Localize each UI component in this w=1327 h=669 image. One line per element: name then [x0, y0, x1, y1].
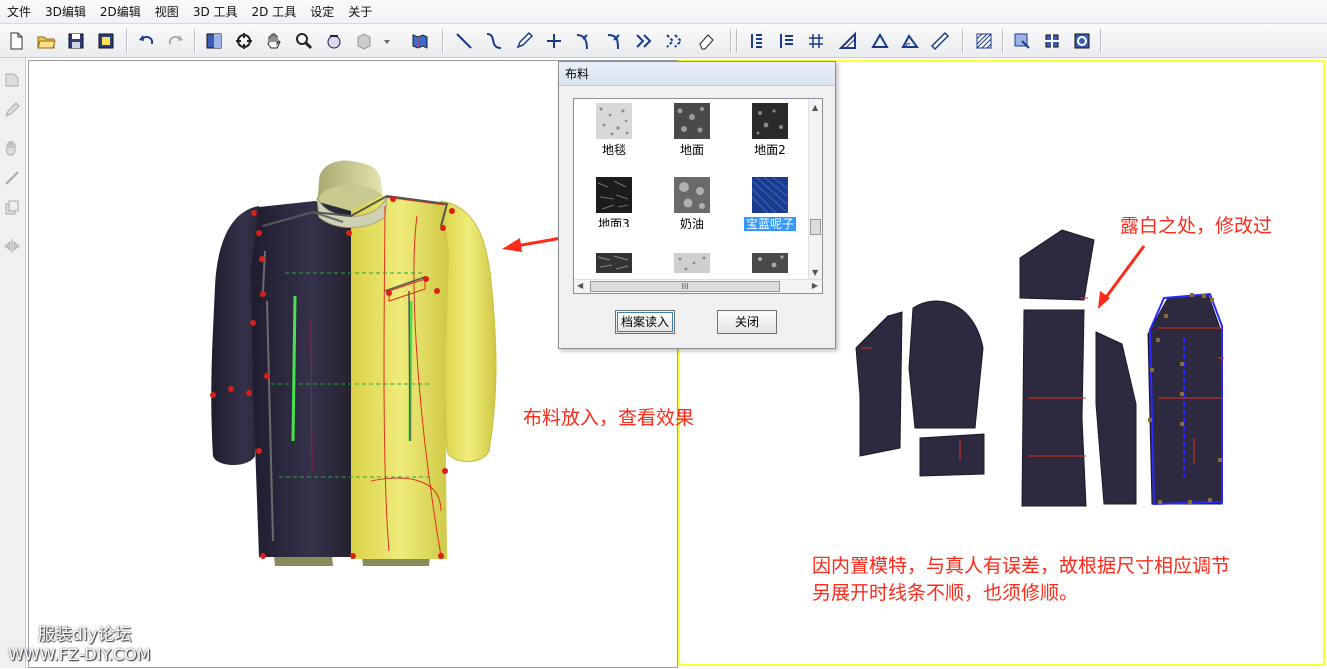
pen-tool-icon[interactable] [512, 29, 536, 53]
texture-icon[interactable] [352, 29, 376, 53]
scroll-down-arrow-icon[interactable]: ▼ [812, 268, 818, 277]
scroll-thumb[interactable] [810, 219, 821, 235]
left-tool-strip [0, 58, 26, 668]
render-icon[interactable] [322, 29, 346, 53]
bezier-tool-icon[interactable] [572, 29, 596, 53]
measure-list-icon[interactable] [774, 29, 798, 53]
swatch-label: 地毯 [601, 143, 626, 157]
toolbar-separator [736, 29, 738, 53]
swatch-partial[interactable] [674, 253, 710, 273]
symmetry-icon[interactable] [2, 236, 22, 256]
save-icon[interactable] [64, 29, 88, 53]
hatch-icon[interactable] [972, 29, 996, 53]
menu-view[interactable]: 视图 [148, 0, 186, 24]
rotate-view-icon[interactable] [232, 29, 256, 53]
pattern-piece-front [1021, 309, 1087, 507]
swatch-royal-blue-wool[interactable] [752, 177, 788, 213]
toolbar-separator [1002, 29, 1004, 53]
ruler-icon[interactable] [928, 29, 952, 53]
swatch-partial[interactable] [752, 253, 788, 273]
pencil-icon[interactable] [2, 100, 22, 120]
pattern-piece-side [1095, 331, 1137, 505]
line-icon[interactable] [2, 168, 22, 188]
zoom-icon[interactable] [292, 29, 316, 53]
menu-2d-tools[interactable]: 2D 工具 [245, 0, 304, 24]
exposed-area-note: 露白之处，修改过 [1120, 215, 1273, 237]
close-button[interactable]: 关闭 [717, 310, 777, 334]
zoom-fit-icon[interactable] [1040, 29, 1064, 53]
open-folder-icon[interactable] [34, 29, 58, 53]
menu-file[interactable]: 文件 [0, 0, 38, 24]
select-piece-icon[interactable] [2, 70, 22, 90]
scroll-thumb[interactable]: III [590, 281, 780, 292]
angle-measure-icon[interactable] [898, 29, 922, 53]
menu-3d-edit[interactable]: 3D编辑 [38, 0, 93, 24]
arc-tool-icon[interactable] [602, 29, 626, 53]
refresh-icon[interactable] [1070, 29, 1094, 53]
point-tool-icon[interactable] [542, 29, 566, 53]
view-panel-icon[interactable] [202, 29, 226, 53]
swatch-carpet[interactable] [596, 103, 632, 139]
save-as-icon[interactable] [94, 29, 118, 53]
swatch-ground-3[interactable] [596, 177, 632, 213]
swatch-label-selected: 宝蓝呢子 [743, 217, 796, 231]
menu-2d-edit[interactable]: 2D编辑 [93, 0, 148, 24]
pattern-piece-collar [1019, 229, 1095, 301]
dart-tool-icon[interactable] [632, 29, 656, 53]
menu-settings[interactable]: 设定 [303, 0, 341, 24]
hand-icon[interactable] [2, 138, 22, 158]
line-tool-icon[interactable] [452, 29, 476, 53]
toolbar-separator [962, 29, 964, 53]
toolbar-separator [194, 29, 196, 53]
watermark-forum-name: 服装diy论坛 [38, 625, 132, 645]
pleat-tool-icon[interactable] [662, 29, 686, 53]
toolbar-separator [126, 29, 128, 53]
fabric-note: 布料放入，查看效果 [523, 407, 695, 429]
copy-icon[interactable] [2, 198, 22, 218]
fabric-swatch-list[interactable]: 地毯 地面 地面2 地面3 奶油 宝蓝呢子 ▲ ▼ ◀ III ▶ [573, 98, 823, 294]
export-icon[interactable] [1010, 29, 1034, 53]
curve-tool-icon[interactable] [482, 29, 506, 53]
redo-icon[interactable] [164, 29, 188, 53]
horizontal-scrollbar[interactable]: ◀ III ▶ [574, 279, 822, 293]
swatch-label: 地面3 [598, 217, 630, 227]
watermark-url: WWW.FZ-DIY.COM [8, 645, 151, 664]
scroll-up-arrow-icon[interactable]: ▲ [812, 103, 818, 112]
dropdown-icon[interactable] [380, 29, 394, 53]
menu-3d-tools[interactable]: 3D 工具 [186, 0, 245, 24]
dialog-title: 布料 [559, 62, 835, 86]
triangle-measure-icon[interactable] [868, 29, 892, 53]
measure-vertical-icon[interactable] [744, 29, 768, 53]
swatch-partial[interactable] [596, 253, 632, 273]
pattern-piece-sleeve-top [908, 300, 984, 429]
swatch-ground[interactable] [674, 103, 710, 139]
hand-pan-icon[interactable] [262, 29, 286, 53]
new-file-icon[interactable] [4, 29, 28, 53]
vertical-scrollbar[interactable]: ▲ ▼ [808, 99, 822, 279]
swatch-label: 地面 [679, 143, 704, 157]
load-file-button[interactable]: 档案读入 [615, 310, 675, 334]
menu-bar: 文件 3D编辑 2D编辑 视图 3D 工具 2D 工具 设定 关于 [0, 0, 1327, 24]
grade-icon[interactable] [836, 29, 860, 53]
pattern-piece-sleeve-under [855, 311, 903, 457]
swatch-label: 奶油 [679, 217, 704, 231]
swatch-label: 地面2 [754, 143, 786, 157]
pattern-piece-cuff [919, 433, 985, 477]
scroll-left-arrow-icon[interactable]: ◀ [577, 281, 583, 290]
model-note-line-2: 另展开时线条不顺，也须修顺。 [812, 582, 1079, 604]
menu-about[interactable]: 关于 [341, 0, 379, 24]
undo-icon[interactable] [134, 29, 158, 53]
model-note-line-1: 因内置模特，与真人有误差，故根据尺寸相应调节 [812, 555, 1231, 577]
swatch-ground-2[interactable] [752, 103, 788, 139]
grid-measure-icon[interactable] [804, 29, 828, 53]
toolbar-separator [730, 29, 732, 53]
eraser-icon[interactable] [694, 29, 718, 53]
fabric-dialog: 布料 地毯 地面 地面2 地面3 奶油 宝蓝呢子 ▲ ▼ ◀ III ▶ 档案读… [558, 61, 836, 349]
toolbar [0, 24, 1327, 58]
map-icon[interactable] [408, 29, 432, 53]
swatch-cream[interactable] [674, 177, 710, 213]
toolbar-separator [1100, 29, 1102, 53]
scroll-right-arrow-icon[interactable]: ▶ [812, 281, 818, 290]
toolbar-separator [442, 29, 444, 53]
